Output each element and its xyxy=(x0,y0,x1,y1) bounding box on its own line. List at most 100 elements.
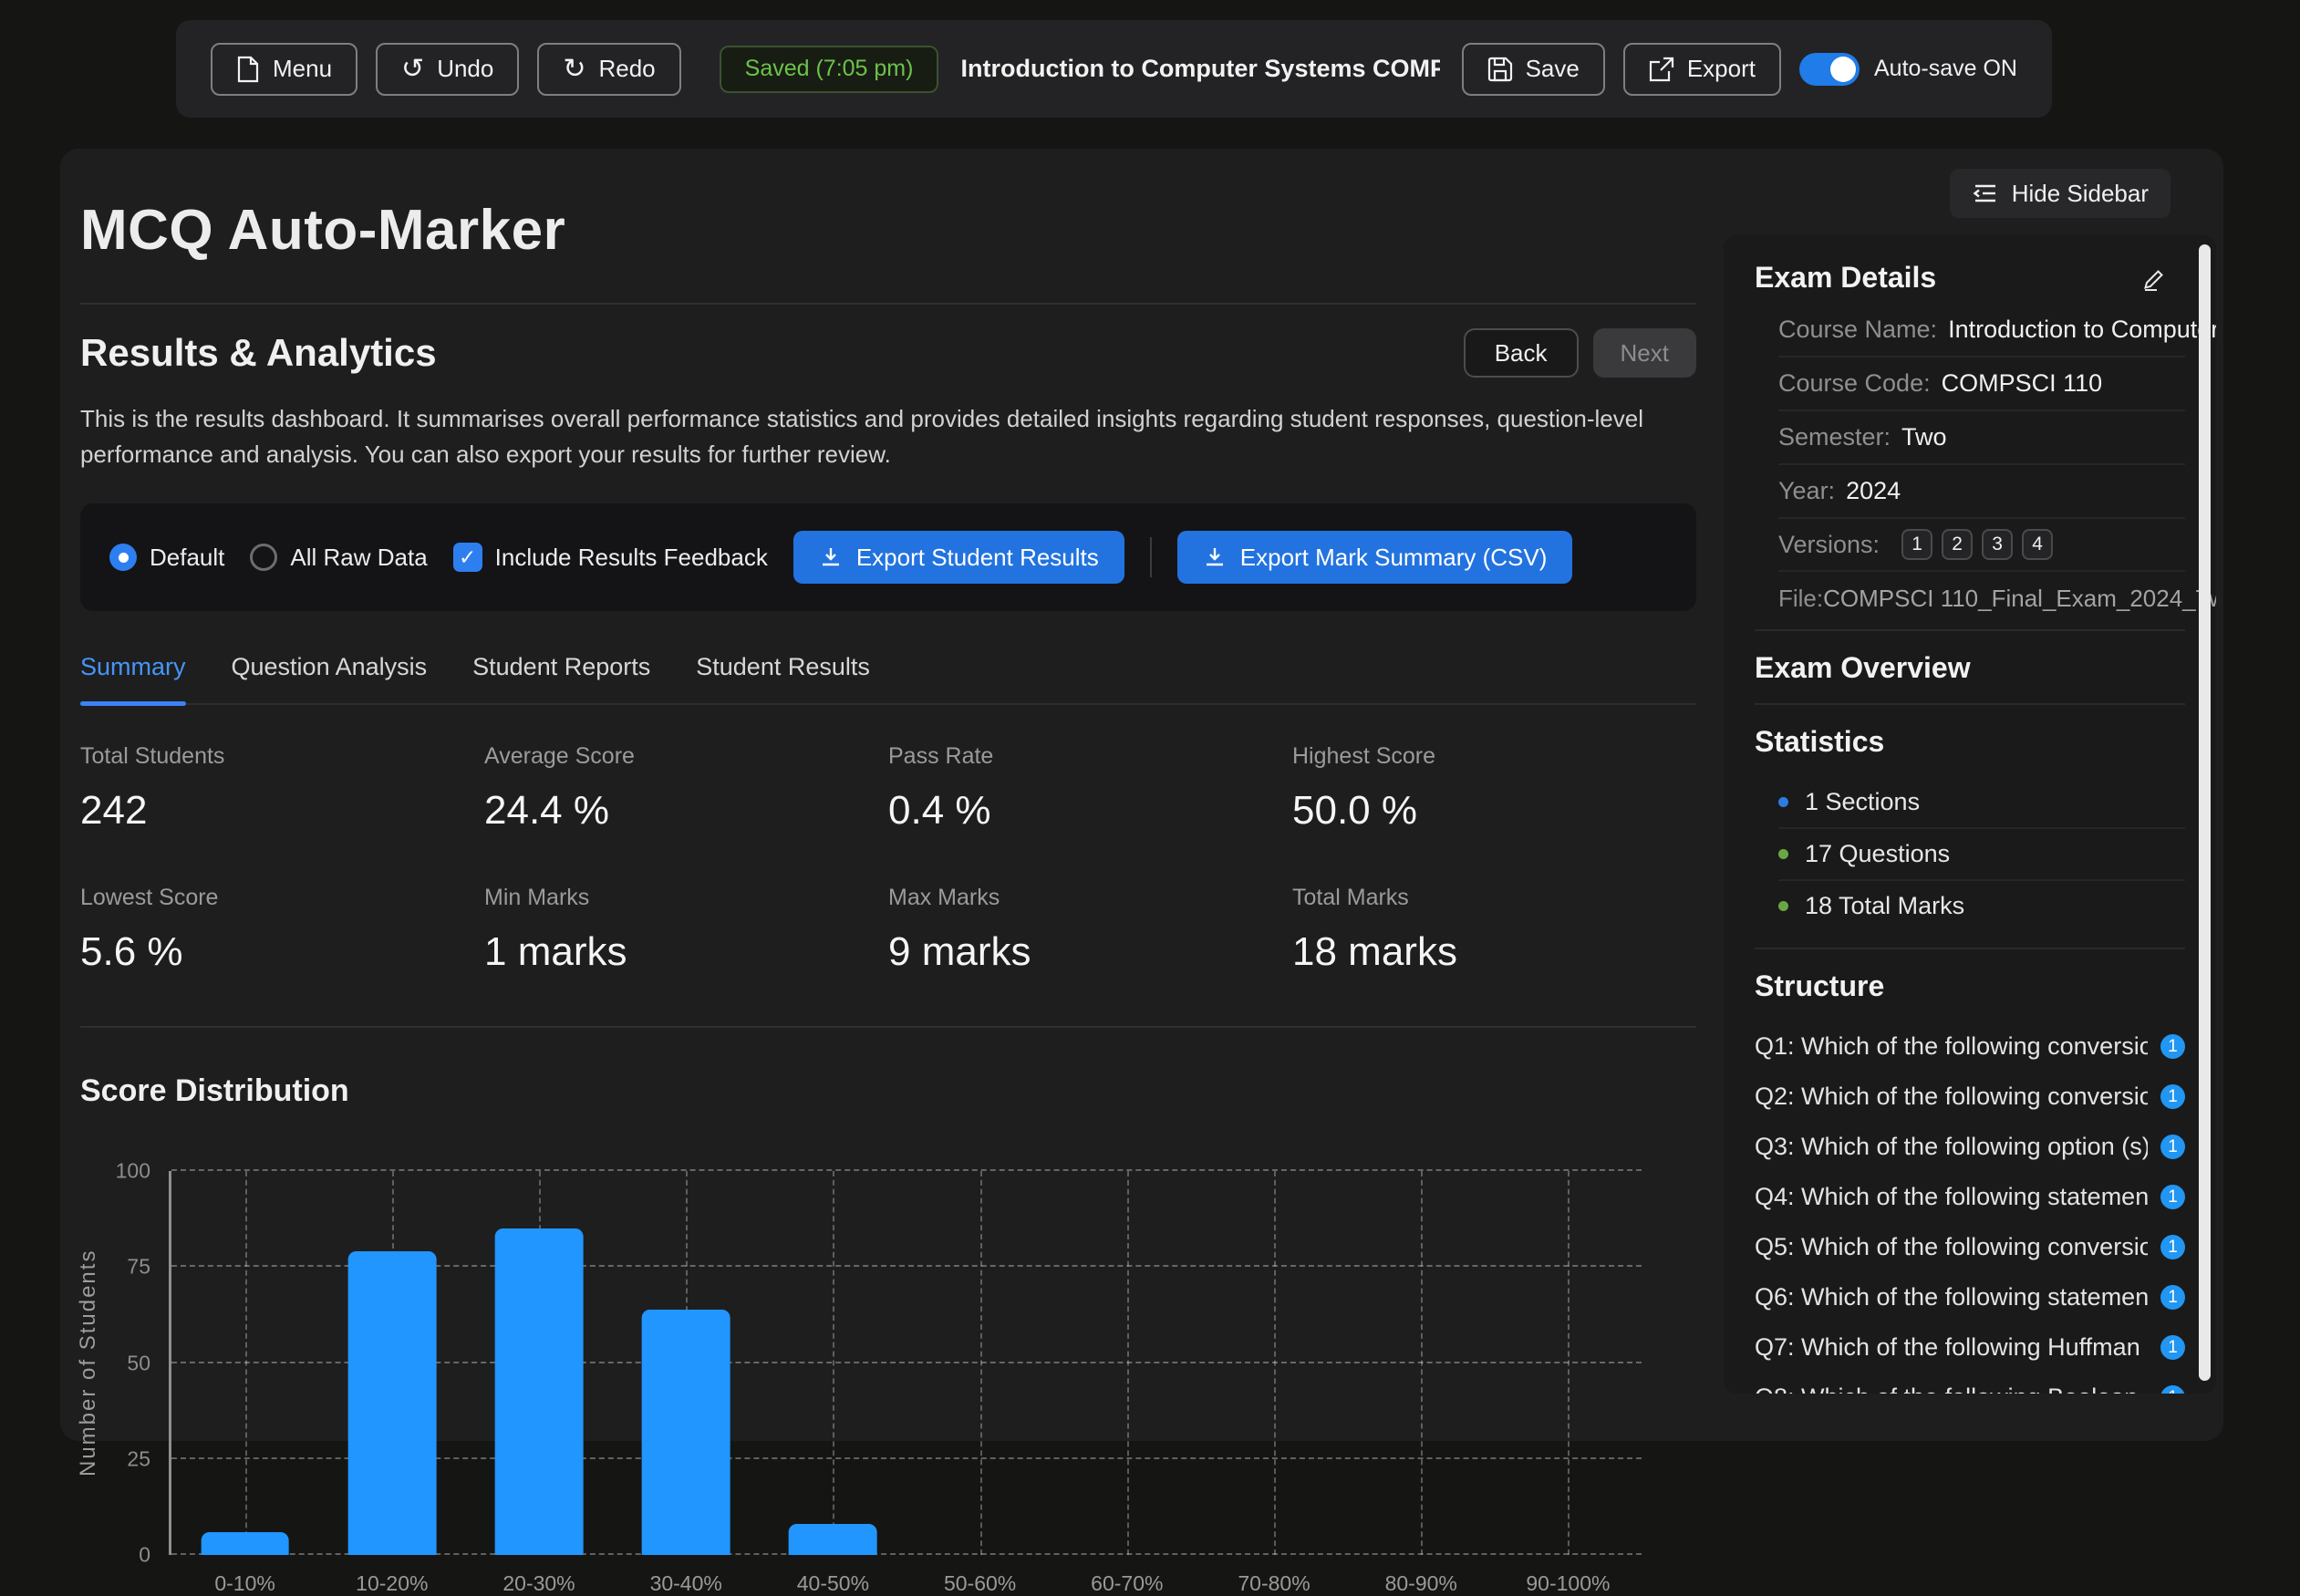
exam-detail-rows: Course Name: Introduction to Computer Sy… xyxy=(1755,304,2185,519)
export-button-label: Export xyxy=(1687,55,1756,83)
undo-button[interactable]: ↺ Undo xyxy=(376,43,519,96)
menu-button[interactable]: Menu xyxy=(211,43,357,96)
export-button[interactable]: Export xyxy=(1623,43,1781,96)
statistics-list: 1 Sections 17 Questions 18 Total Marks xyxy=(1755,777,2185,931)
question-marks-badge: 1 xyxy=(2160,1084,2185,1109)
file-icon xyxy=(236,56,260,83)
version-box[interactable]: 2 xyxy=(1942,529,1973,560)
stat-card: Total Students 242 xyxy=(80,743,484,834)
radio-label: Default xyxy=(150,544,224,572)
version-box[interactable]: 1 xyxy=(1901,529,1932,560)
autosave-toggle[interactable] xyxy=(1799,53,1860,86)
chart-slot: 20-30% xyxy=(465,1171,612,1555)
menu-button-label: Menu xyxy=(273,55,332,83)
chart-bar xyxy=(495,1228,584,1555)
question-list-item[interactable]: Q1: Which of the following conversions a… xyxy=(1755,1021,2185,1072)
chart-slot: 30-40% xyxy=(613,1171,760,1555)
stat-value: 242 xyxy=(80,788,484,834)
hide-sidebar-label: Hide Sidebar xyxy=(2012,180,2149,208)
section-header: Results & Analytics Back Next xyxy=(80,328,1696,378)
question-list-item[interactable]: Q2: Which of the following conversions a… xyxy=(1755,1072,2185,1122)
question-marks-badge: 1 xyxy=(2160,1285,2185,1310)
chart-title: Score Distribution xyxy=(80,1073,1696,1109)
redo-icon: ↻ xyxy=(563,56,585,83)
next-button[interactable]: Next xyxy=(1593,328,1696,378)
chart-slot: 60-70% xyxy=(1053,1171,1200,1555)
download-icon xyxy=(819,545,843,569)
chart-slot: 80-90% xyxy=(1348,1171,1495,1555)
edit-pencil-icon[interactable] xyxy=(2141,264,2169,292)
statistic-item: 18 Total Marks xyxy=(1778,881,2185,931)
content-column: MCQ Auto-Marker Results & Analytics Back… xyxy=(80,149,1696,1555)
version-box[interactable]: 4 xyxy=(2022,529,2053,560)
include-feedback-checkbox[interactable]: ✓ Include Results Feedback xyxy=(453,543,768,572)
redo-button[interactable]: ↻ Redo xyxy=(537,43,680,96)
v-gridline xyxy=(245,1171,247,1555)
divider xyxy=(80,1026,1696,1028)
stat-label: Min Marks xyxy=(484,885,888,911)
export-student-results-label: Export Student Results xyxy=(856,544,1099,572)
tab[interactable]: Summary xyxy=(80,653,186,703)
x-tick-label: 60-70% xyxy=(1053,1571,1200,1596)
detail-value: 2024 xyxy=(1846,477,1901,505)
x-tick-label: 40-50% xyxy=(760,1571,907,1596)
chart-slot: 40-50% xyxy=(760,1171,907,1555)
export-format-radio[interactable]: All Raw Data xyxy=(250,544,427,572)
question-label: Q1: Which of the following conversions a… xyxy=(1755,1032,2148,1061)
stat-value: 50.0 % xyxy=(1292,788,1696,834)
question-list-item[interactable]: Q3: Which of the following option (s) ar… xyxy=(1755,1122,2185,1172)
chart-bar xyxy=(347,1251,436,1555)
save-button[interactable]: Save xyxy=(1462,43,1605,96)
y-tick-label: 0 xyxy=(103,1543,150,1568)
question-list-item[interactable]: Q8: Which of the following Boolean expre… xyxy=(1755,1373,2185,1394)
tab[interactable]: Student Results xyxy=(696,653,870,703)
version-box[interactable]: 3 xyxy=(1982,529,2013,560)
statistic-text: 18 Total Marks xyxy=(1805,892,1964,920)
question-list-item[interactable]: Q4: Which of the following statement (s)… xyxy=(1755,1172,2185,1222)
statistics-title: Statistics xyxy=(1755,725,2185,759)
structure-title: Structure xyxy=(1755,969,2185,1003)
download-icon xyxy=(1203,545,1227,569)
x-tick-label: 10-20% xyxy=(318,1571,465,1596)
hide-sidebar-button[interactable]: Hide Sidebar xyxy=(1950,169,2170,218)
results-tabs: Summary Question Analysis Student Reports S… xyxy=(80,653,1696,705)
x-tick-label: 90-100% xyxy=(1495,1571,1642,1596)
question-label: Q6: Which of the following statements ar… xyxy=(1755,1283,2148,1311)
stat-card: Min Marks 1 marks xyxy=(484,885,888,975)
divider xyxy=(1755,948,2185,949)
section-description: This is the results dashboard. It summar… xyxy=(80,401,1696,472)
sidebar-scrollbar[interactable] xyxy=(2199,244,2211,1381)
toolbar-left-group: Menu ↺ Undo ↻ Redo Saved (7:05 pm) xyxy=(211,43,938,96)
detail-row: Semester: Two xyxy=(1778,411,2185,465)
tab[interactable]: Question Analysis xyxy=(232,653,428,703)
radio-icon xyxy=(109,544,137,571)
file-label: File: xyxy=(1778,585,1823,613)
bullet-dot-icon xyxy=(1778,901,1788,911)
version-boxes: 1234 xyxy=(1901,529,2053,560)
export-student-results-button[interactable]: Export Student Results xyxy=(793,531,1124,584)
checkbox-check-icon: ✓ xyxy=(453,543,482,572)
question-marks-badge: 1 xyxy=(2160,1034,2185,1059)
export-mark-summary-button[interactable]: Export Mark Summary (CSV) xyxy=(1177,531,1573,584)
question-list-item[interactable]: Q6: Which of the following statements ar… xyxy=(1755,1272,2185,1322)
chart-slot: 50-60% xyxy=(907,1171,1053,1555)
save-icon xyxy=(1487,57,1513,82)
chart-slots: 0-10%10-20%20-30%30-40%40-50%50-60%60-70… xyxy=(171,1171,1642,1555)
question-list-item[interactable]: Q5: Which of the following conversions a… xyxy=(1755,1222,2185,1272)
export-format-radio[interactable]: Default xyxy=(109,544,224,572)
sidebar-title: Exam Details xyxy=(1755,261,1936,295)
checkbox-label: Include Results Feedback xyxy=(495,544,768,572)
question-marks-badge: 1 xyxy=(2160,1235,2185,1259)
score-distribution-chart: Number of Students 02550751000-10%10-20%… xyxy=(80,1171,1696,1555)
tab[interactable]: Student Reports xyxy=(472,653,650,703)
redo-button-label: Redo xyxy=(598,55,655,83)
question-list-item[interactable]: Q7: Which of the following Huffman encod… xyxy=(1755,1322,2185,1373)
detail-row: Year: 2024 xyxy=(1778,465,2185,519)
question-marks-badge: 1 xyxy=(2160,1135,2185,1159)
back-button[interactable]: Back xyxy=(1464,328,1579,378)
toolbar-right-group: Save Export Auto-save ON xyxy=(1462,43,2017,96)
stat-label: Lowest Score xyxy=(80,885,484,911)
stat-value: 5.6 % xyxy=(80,929,484,975)
autosave-toggle-group: Auto-save ON xyxy=(1799,53,2017,86)
stat-label: Average Score xyxy=(484,743,888,770)
